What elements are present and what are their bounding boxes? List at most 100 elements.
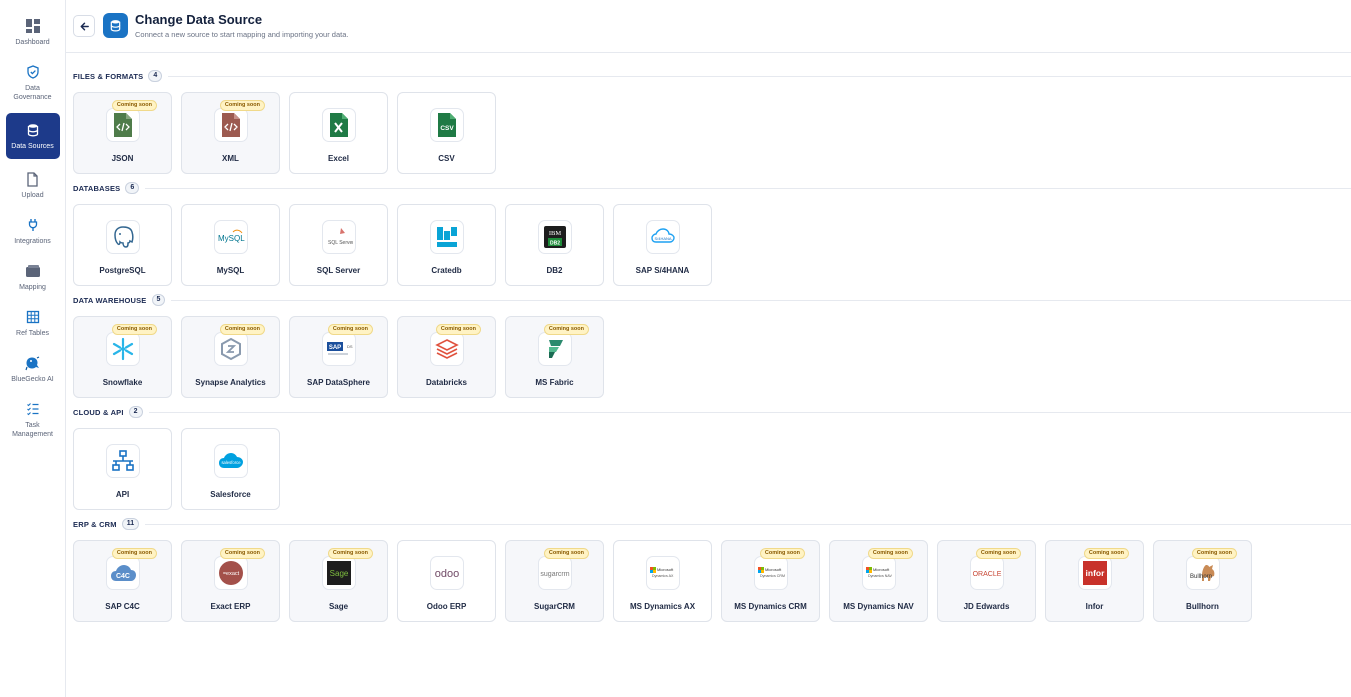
checklist-icon	[24, 400, 42, 418]
source-card-postgresql[interactable]: PostgreSQL	[73, 204, 172, 286]
app-root: Dashboard Data Governance Data Sources Uplo…	[0, 0, 1351, 697]
snowflake-logo-icon	[105, 332, 140, 366]
source-card-label: CSV	[438, 154, 455, 163]
arrow-left-icon	[80, 22, 89, 30]
source-card-db2[interactable]: IBM DB2 DB2	[505, 204, 604, 286]
coming-soon-badge: Coming soon	[975, 548, 1021, 559]
section-count-badge: 6	[125, 182, 140, 194]
source-card-infor[interactable]: Coming soon infor Infor	[1045, 540, 1144, 622]
back-button[interactable]	[73, 15, 95, 37]
dashboard-icon	[24, 17, 42, 35]
source-card-salesforce[interactable]: salesforce Salesforce	[181, 428, 280, 510]
source-card-ms-dynamics-ax[interactable]: Microsoft Dynamics AX MS Dynamics AX	[613, 540, 712, 622]
source-card-excel[interactable]: Excel	[289, 92, 388, 174]
source-card-sql-server[interactable]: SQL Server SQL Server	[289, 204, 388, 286]
source-card-grid: Coming soon C4C SAP C4C Coming soon =exact Ex…	[73, 540, 1351, 622]
section-files-formats: FILES & FORMATS 4 Coming soon JSON Coming so…	[73, 70, 1351, 174]
sidebar-item-data-sources[interactable]: Data Sources	[5, 113, 60, 159]
sidebar-item-mapping[interactable]: Mapping	[6, 257, 60, 297]
source-sections: FILES & FORMATS 4 Coming soon JSON Coming so…	[66, 53, 1351, 622]
source-card-sap-datasphere[interactable]: Coming soon SAP DS SAP DataSphere	[289, 316, 388, 398]
section-databases: DATABASES 6 PostgreSQL MySQL MySQL SQL Server…	[73, 182, 1351, 286]
svg-text:C4C: C4C	[115, 573, 129, 580]
section-data-warehouse: DATA WAREHOUSE 5 Coming soon Snowflake Comin…	[73, 294, 1351, 398]
section-header: DATABASES 6	[73, 182, 1351, 194]
mysql-logo-icon: MySQL	[213, 220, 248, 254]
source-card-jd-edwards[interactable]: Coming soon ORACLE JD Edwards	[937, 540, 1036, 622]
infor-logo-icon: infor	[1077, 556, 1112, 590]
api-network-icon	[105, 444, 140, 478]
source-card-ms-fabric[interactable]: Coming soon MS Fabric	[505, 316, 604, 398]
shield-icon	[24, 63, 42, 81]
source-card-grid: PostgreSQL MySQL MySQL SQL Server SQL Server…	[73, 204, 1351, 286]
sidebar-item-upload[interactable]: Upload	[6, 165, 60, 205]
source-card-mysql[interactable]: MySQL MySQL	[181, 204, 280, 286]
cratedb-logo-icon	[429, 220, 464, 254]
source-card-label: PostgreSQL	[99, 266, 146, 275]
svg-text:sugarcrm: sugarcrm	[540, 571, 569, 578]
sidebar-item-label: Ref Tables	[16, 330, 49, 337]
source-card-label: MS Fabric	[535, 378, 574, 387]
source-card-sage[interactable]: Coming soon Sage Sage	[289, 540, 388, 622]
source-card-label: MS Dynamics CRM	[734, 602, 807, 611]
main-content: Change Data Source Connect a new source …	[66, 0, 1351, 697]
ms-fabric-logo-icon	[537, 332, 572, 366]
coming-soon-badge: Coming soon	[219, 100, 265, 111]
section-divider	[145, 187, 1351, 189]
source-card-ms-dynamics-nav[interactable]: Coming soon Microsoft Dynamics NAV MS Dynam…	[829, 540, 928, 622]
source-card-csv[interactable]: CSV CSV	[397, 92, 496, 174]
coming-soon-badge: Coming soon	[327, 324, 373, 335]
source-card-label: MS Dynamics NAV	[843, 602, 914, 611]
sap-s4hana-logo-icon: S/4HANA	[645, 220, 680, 254]
source-card-exact-erp[interactable]: Coming soon =exact Exact ERP	[181, 540, 280, 622]
plug-icon	[24, 216, 42, 234]
page-title: Change Data Source	[135, 12, 263, 27]
title-block: Change Data Source Connect a new source …	[135, 12, 348, 40]
source-card-databricks[interactable]: Coming soon Databricks	[397, 316, 496, 398]
source-card-xml[interactable]: Coming soon XML	[181, 92, 280, 174]
sidebar-item-ref-tables[interactable]: Ref Tables	[6, 303, 60, 343]
source-card-sap-c4c[interactable]: Coming soon C4C SAP C4C	[73, 540, 172, 622]
source-card-bullhorn[interactable]: Coming soon Bullhorn Bullhorn	[1153, 540, 1252, 622]
source-card-sap-s-4hana[interactable]: S/4HANA SAP S/4HANA	[613, 204, 712, 286]
section-count-badge: 5	[151, 294, 166, 306]
page-header: Change Data Source Connect a new source …	[66, 0, 1351, 53]
sidebar-item-integrations[interactable]: Integrations	[6, 211, 60, 251]
source-card-cratedb[interactable]: Cratedb	[397, 204, 496, 286]
source-card-api[interactable]: API	[73, 428, 172, 510]
source-card-synapse-analytics[interactable]: Coming soon Synapse Analytics	[181, 316, 280, 398]
svg-text:Microsoft: Microsoft	[765, 567, 782, 572]
synapse-logo-icon	[213, 332, 248, 366]
section-header: DATA WAREHOUSE 5	[73, 294, 1351, 306]
source-card-snowflake[interactable]: Coming soon Snowflake	[73, 316, 172, 398]
section-count-badge: 4	[148, 70, 163, 82]
svg-text:salesforce: salesforce	[221, 460, 241, 465]
coming-soon-badge: Coming soon	[435, 324, 481, 335]
source-card-odoo-erp[interactable]: odoo Odoo ERP	[397, 540, 496, 622]
coming-soon-badge: Coming soon	[867, 548, 913, 559]
exact-logo-icon: =exact	[213, 556, 248, 590]
source-card-grid: API salesforce Salesforce	[73, 428, 1351, 510]
svg-text:SQL Server: SQL Server	[328, 240, 353, 246]
section-count-badge: 11	[121, 518, 140, 530]
coming-soon-badge: Coming soon	[219, 324, 265, 335]
source-card-label: Odoo ERP	[426, 602, 467, 611]
svg-text:odoo: odoo	[434, 568, 458, 580]
source-card-sugarcrm[interactable]: Coming soon sugarcrm SugarCRM	[505, 540, 604, 622]
sugarcrm-logo-icon: sugarcrm	[537, 556, 572, 590]
svg-text:Dynamics CRM: Dynamics CRM	[760, 574, 785, 578]
section-divider	[145, 523, 1351, 525]
sidebar-item-task-management[interactable]: Task Management	[6, 395, 60, 444]
source-card-label: SAP C4C	[105, 602, 140, 611]
source-card-label: Salesforce	[210, 490, 251, 499]
sap-datasphere-logo-icon: SAP DS	[321, 332, 356, 366]
source-card-json[interactable]: Coming soon JSON	[73, 92, 172, 174]
section-header: FILES & FORMATS 4	[73, 70, 1351, 82]
source-card-ms-dynamics-crm[interactable]: Coming soon Microsoft Dynamics CRM MS Dynam…	[721, 540, 820, 622]
svg-text:Sage: Sage	[329, 569, 348, 578]
sidebar-item-dashboard[interactable]: Dashboard	[6, 12, 60, 52]
salesforce-logo-icon: salesforce	[213, 444, 248, 478]
sidebar-item-data-governance[interactable]: Data Governance	[6, 58, 60, 107]
sidebar-item-bluegecko-ai[interactable]: BlueGecko AI	[6, 349, 60, 389]
source-card-grid: Coming soon JSON Coming soon XML Excel CSV CSV	[73, 92, 1351, 174]
